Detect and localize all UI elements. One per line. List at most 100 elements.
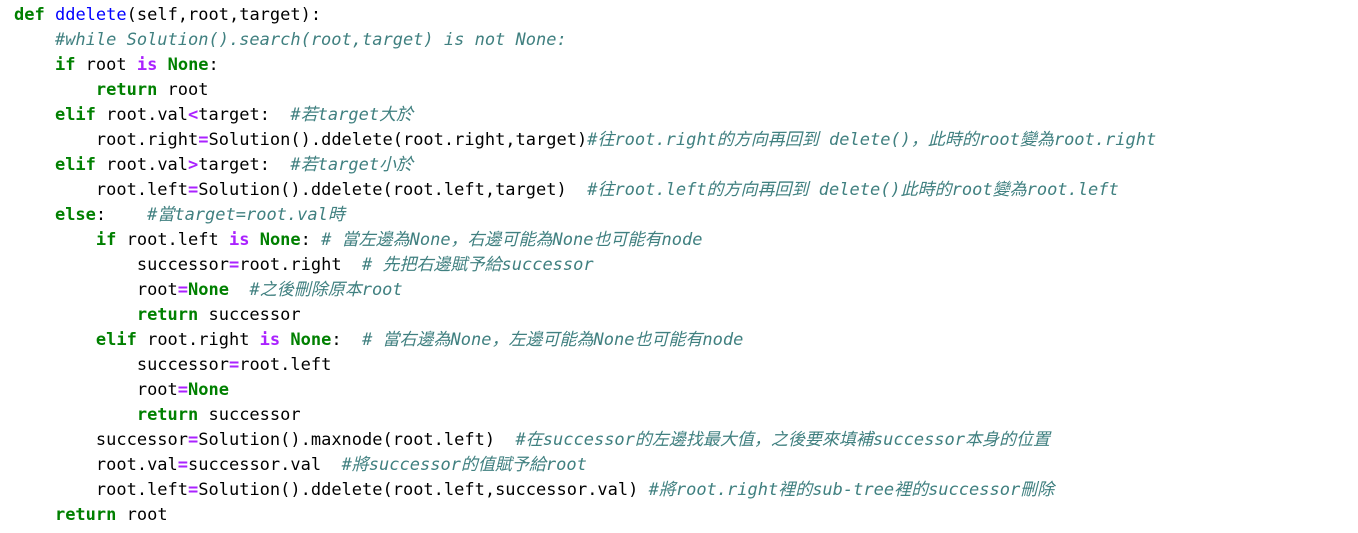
code-line: return root (14, 78, 1358, 103)
code-line: if root.left is None: # 當左邊為None，右邊可能為No… (14, 228, 1358, 253)
code-line: root=None (14, 378, 1358, 403)
code-token: root.right (239, 255, 363, 275)
code-token: root.left (116, 230, 229, 250)
code-line: #while Solution().search(root,target) is… (14, 28, 1358, 53)
keyword-token: return (95, 80, 158, 100)
code-line: successor=root.left (14, 353, 1358, 378)
operator-token: = (198, 130, 209, 150)
code-line: return successor (14, 403, 1358, 428)
keyword-token: def (14, 5, 45, 25)
keyword-token: None (188, 280, 229, 300)
code-token: successor (198, 305, 301, 325)
comment-token: #之後刪除原本root (249, 280, 403, 300)
code-line: root.left=Solution().ddelete(root.left,t… (14, 178, 1358, 203)
comment-token: #在successor的左邊找最大值，之後要來填補successor本身的位置 (515, 430, 1051, 450)
keyword-token: return (136, 405, 199, 425)
keyword-token: elif (54, 105, 96, 125)
code-token: target: (198, 105, 291, 125)
code-token: root.val (95, 105, 189, 125)
code-line: root=None #之後刪除原本root (14, 278, 1358, 303)
code-token: root (136, 280, 178, 300)
code-line: else: #當target=root.val時 (14, 203, 1358, 228)
comment-token: # 當左邊為None，右邊可能為None也可能有node (321, 230, 703, 250)
code-line: root.val=successor.val #將successor的值賦予給r… (14, 453, 1358, 478)
code-token: root.left (95, 180, 189, 200)
operator-token: = (177, 380, 189, 400)
code-line: root.right=Solution().ddelete(root.right… (14, 128, 1358, 153)
code-token: root (157, 80, 209, 100)
operator-token: = (188, 430, 199, 450)
comment-token: #將successor的值賦予給root (341, 455, 587, 475)
code-token: : (300, 230, 322, 250)
comment-token: #往root.right的方向再回到 delete()，此時的root變為roo… (587, 130, 1157, 150)
keyword-token: None (167, 55, 209, 75)
comment-token: #當target=root.val時 (147, 205, 345, 225)
code-token: (self,root,target): (126, 5, 322, 25)
code-editor[interactable]: def ddelete(self,root,target): #while So… (0, 0, 1358, 533)
code-token: : (95, 205, 148, 225)
keyword-token: None (188, 380, 229, 400)
operator-token: = (188, 180, 199, 200)
operator-token: is (136, 55, 158, 75)
comment-token: #往root.left的方向再回到 delete()此時的root變為root.… (587, 180, 1119, 200)
code-line: def ddelete(self,root,target): (14, 3, 1358, 28)
operator-token: = (177, 455, 189, 475)
code-line: if root is None: (14, 53, 1358, 78)
code-line: successor=root.right # 先把右邊賦予給successor (14, 253, 1358, 278)
code-token: root (136, 380, 178, 400)
comment-token: #while Solution().search(root,target) is… (54, 30, 567, 50)
code-token: root.right (95, 130, 199, 150)
code-token: root.right (136, 330, 260, 350)
operator-token: < (188, 105, 199, 125)
code-token: : (208, 55, 219, 75)
function-name-token: ddelete (54, 5, 127, 25)
code-line: successor=Solution().maxnode(root.left) … (14, 428, 1358, 453)
code-token: root.val (95, 155, 189, 175)
code-token: Solution().maxnode(root.left) (198, 430, 516, 450)
code-token: root (116, 505, 168, 525)
operator-token: = (228, 355, 240, 375)
keyword-token: if (95, 230, 117, 250)
keyword-token: elif (54, 155, 96, 175)
code-token: Solution().ddelete(root.left,successor.v… (198, 480, 649, 500)
code-line: return successor (14, 303, 1358, 328)
code-token: successor (198, 405, 301, 425)
operator-token: > (188, 155, 199, 175)
comment-token: # 先把右邊賦予給successor (362, 255, 594, 275)
code-token: root.left (95, 480, 189, 500)
code-token: target: (198, 155, 291, 175)
code-token: root.val (95, 455, 178, 475)
code-token: successor (136, 255, 229, 275)
code-line: elif root.val<target: #若target大於 (14, 103, 1358, 128)
code-line: elif root.right is None: # 當右邊為None，左邊可能… (14, 328, 1358, 353)
code-token: root (75, 55, 137, 75)
keyword-token: return (54, 505, 117, 525)
code-token: root.left (239, 355, 332, 375)
keyword-token: if (54, 55, 76, 75)
keyword-token: None (259, 230, 301, 250)
keyword-token: elif (95, 330, 137, 350)
operator-token: = (177, 280, 189, 300)
keyword-token: else (54, 205, 96, 225)
code-token: Solution().ddelete(root.left,target) (198, 180, 588, 200)
comment-token: #若target大於 (290, 105, 414, 125)
code-line: return root (14, 503, 1358, 528)
